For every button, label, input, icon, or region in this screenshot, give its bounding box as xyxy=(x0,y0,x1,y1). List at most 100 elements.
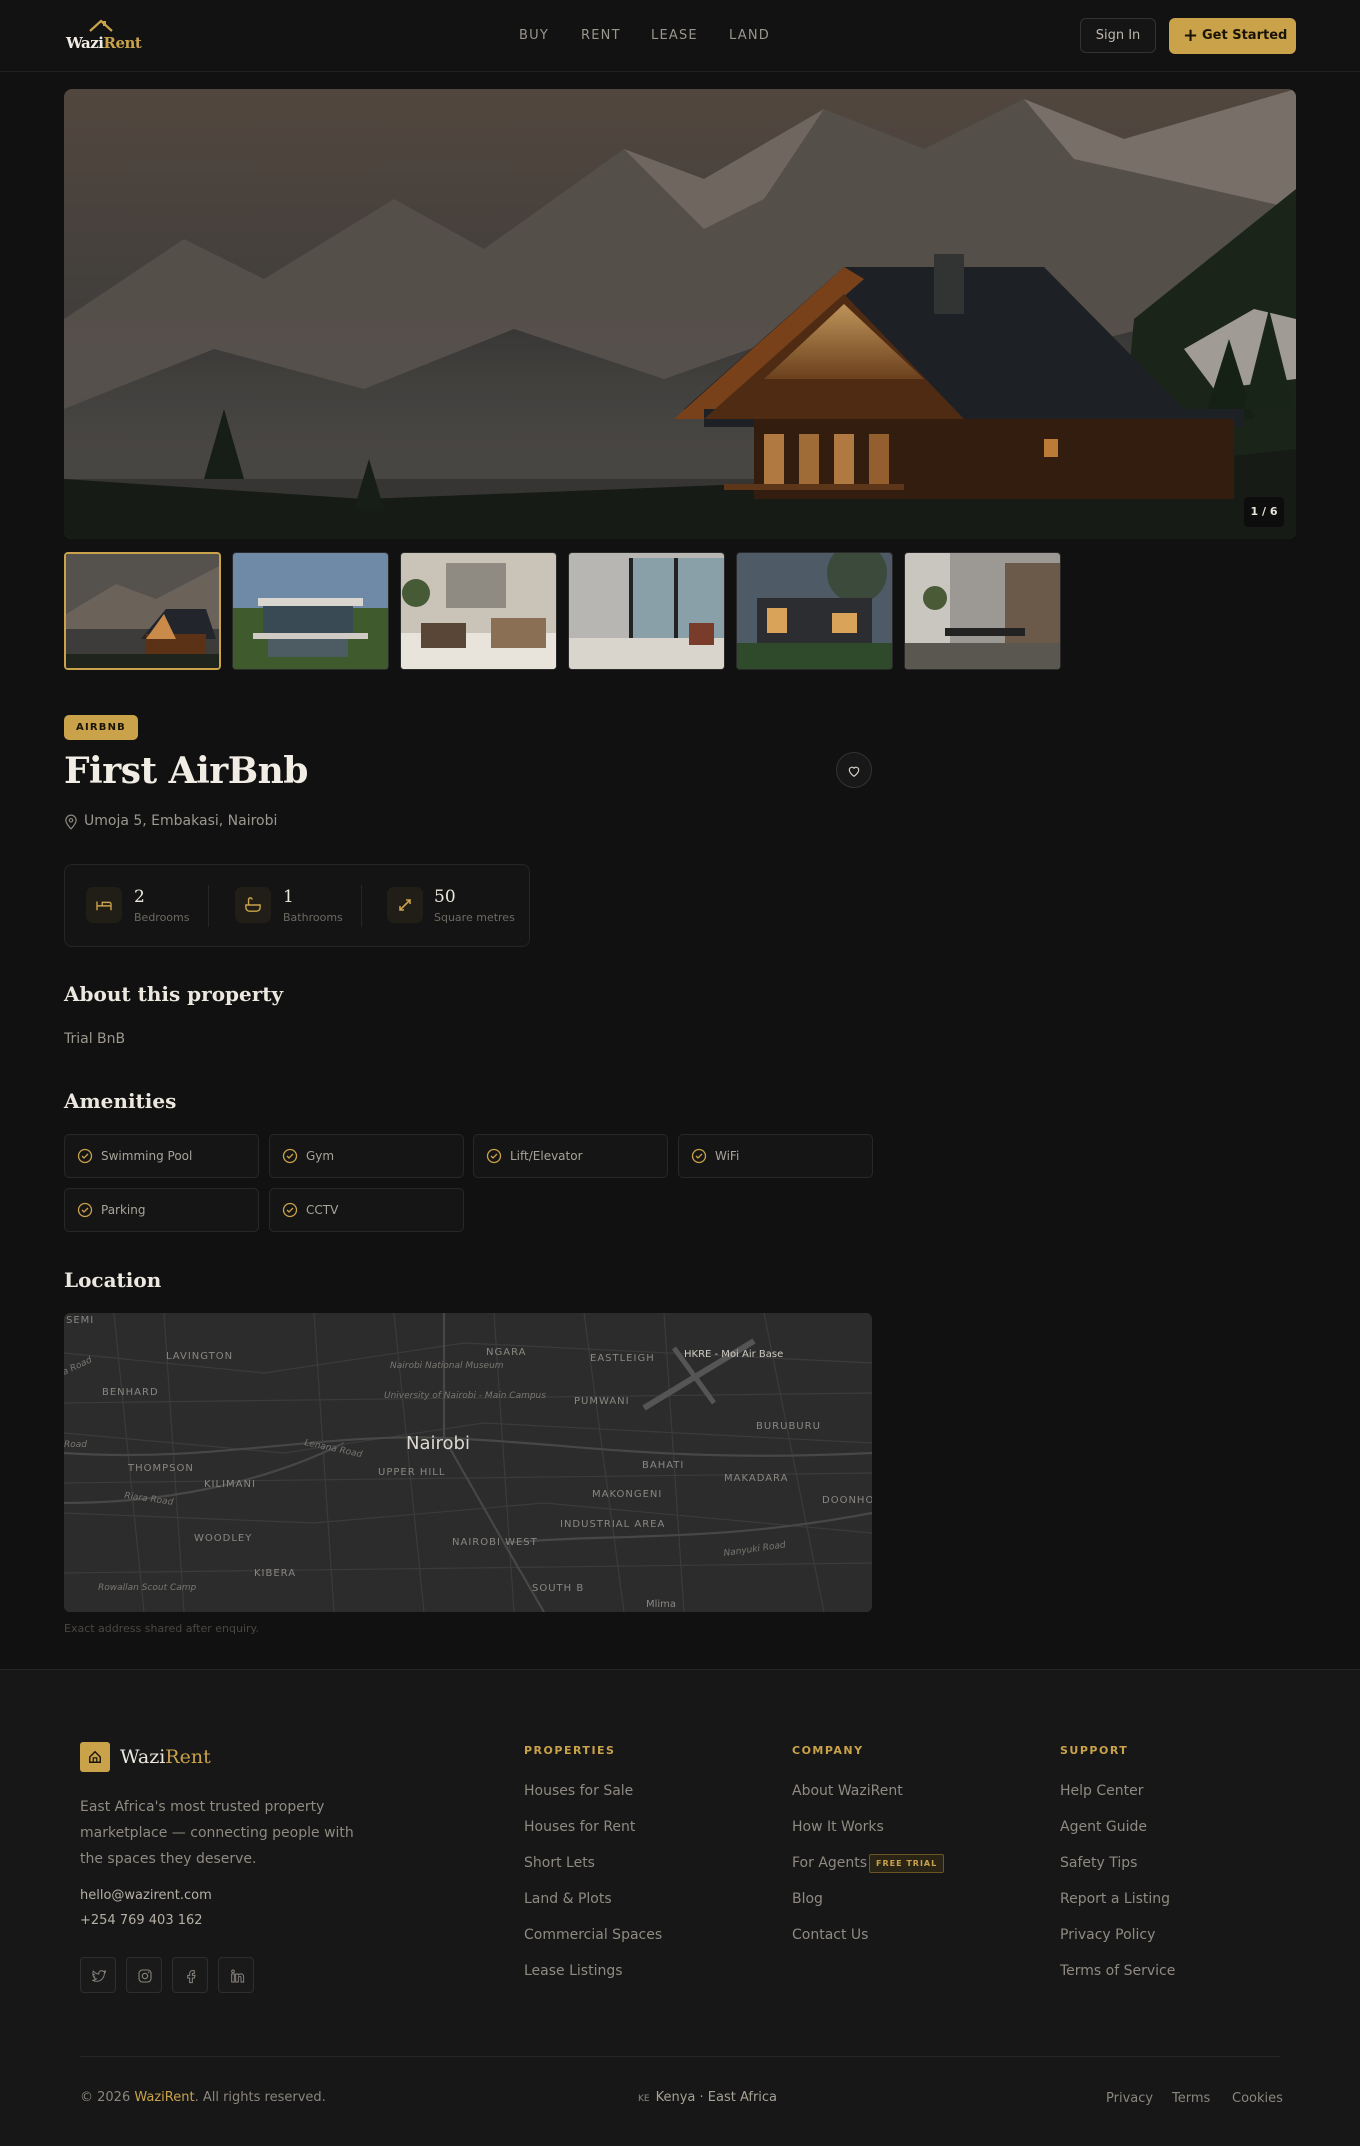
footer-link-lease[interactable]: Lease Listings xyxy=(524,1963,623,1979)
footer-legal-privacy[interactable]: Privacy xyxy=(1106,2091,1153,2106)
thumbnail-modern-house xyxy=(233,553,388,669)
logo-text-part1: Wazi xyxy=(66,34,104,52)
footer-link-about[interactable]: About WaziRent xyxy=(792,1783,903,1799)
map-label-nairobi-west: NAIROBI WEST xyxy=(452,1537,538,1548)
thumbnail-2[interactable] xyxy=(232,552,389,670)
nav-lease[interactable]: LEASE xyxy=(651,28,698,43)
map-label-makadara: MAKADARA xyxy=(724,1473,788,1484)
facebook-icon[interactable] xyxy=(172,1957,208,1993)
map-label-benhard: BENHARD xyxy=(102,1387,159,1398)
instagram-icon[interactable] xyxy=(126,1957,162,1993)
location-map[interactable]: SEMI LAVINGTON BENHARD NGARA EASTLEIGH P… xyxy=(64,1313,872,1612)
footer-link-help-center[interactable]: Help Center xyxy=(1060,1783,1144,1799)
footer-link-houses-sale[interactable]: Houses for Sale xyxy=(524,1783,633,1799)
location-pin-icon xyxy=(65,814,77,830)
map-note: Exact address shared after enquiry. xyxy=(64,1622,259,1635)
footer-logo-part2: Rent xyxy=(165,1746,211,1768)
bed-icon xyxy=(86,887,122,923)
bathrooms-value: 1 xyxy=(283,887,294,907)
map-canvas: SEMI LAVINGTON BENHARD NGARA EASTLEIGH P… xyxy=(64,1313,872,1612)
thumbnail-6[interactable] xyxy=(904,552,1061,670)
footer-heading-properties: PROPERTIES xyxy=(524,1744,616,1757)
map-label-semi: SEMI xyxy=(66,1315,94,1326)
bath-icon xyxy=(235,887,271,923)
map-label-museum: Nairobi National Museum xyxy=(390,1361,504,1371)
amenity-item: Swimming Pool xyxy=(64,1134,259,1178)
footer-link-short-lets[interactable]: Short Lets xyxy=(524,1855,595,1871)
area-label: Square metres xyxy=(434,911,515,924)
amenity-item: Parking xyxy=(64,1188,259,1232)
amenity-label: CCTV xyxy=(306,1203,339,1217)
check-circle-icon xyxy=(486,1148,502,1164)
property-stats: 2 Bedrooms 1 Bathrooms 50 Square metres xyxy=(64,864,530,947)
nav-land[interactable]: LAND xyxy=(729,28,770,43)
footer-link-terms-service[interactable]: Terms of Service xyxy=(1060,1963,1175,1979)
map-label-buruburu: BURUBURU xyxy=(756,1421,821,1432)
map-label-air-base: HKRE - Moi Air Base xyxy=(684,1349,783,1360)
amenity-label: Gym xyxy=(306,1149,335,1163)
footer-legal-cookies[interactable]: Cookies xyxy=(1232,2091,1283,2106)
hero-cabin-illustration xyxy=(64,89,1296,539)
region-selector[interactable]: KE Kenya · East Africa xyxy=(638,2090,777,2105)
map-label-university: University of Nairobi - Main Campus xyxy=(384,1391,546,1401)
twitter-icon[interactable] xyxy=(80,1957,116,1993)
map-label-city: Nairobi xyxy=(406,1433,470,1454)
footer-link-for-agents[interactable]: For Agents xyxy=(792,1855,867,1871)
check-circle-icon xyxy=(691,1148,707,1164)
map-label-mlima: Mlima xyxy=(646,1599,676,1610)
sign-in-button[interactable]: Sign In xyxy=(1080,18,1156,53)
get-started-button[interactable]: + Get Started xyxy=(1169,18,1296,54)
site-footer: WaziRent East Africa's most trusted prop… xyxy=(0,1669,1360,2146)
thumbnail-1[interactable] xyxy=(64,552,221,670)
map-label-pumwani: PUMWANI xyxy=(574,1396,630,1407)
map-label-upper-hill: UPPER HILL xyxy=(378,1467,445,1478)
hero-image[interactable]: 1 / 6 xyxy=(64,89,1296,539)
footer-link-safety-tips[interactable]: Safety Tips xyxy=(1060,1855,1137,1871)
thumbnail-4[interactable] xyxy=(568,552,725,670)
amenity-label: WiFi xyxy=(715,1149,740,1163)
amenity-label: Lift/Elevator xyxy=(510,1149,583,1163)
logo-text-part2: Rent xyxy=(103,34,142,52)
area-value: 50 xyxy=(434,887,456,907)
get-started-label: Get Started xyxy=(1202,28,1288,43)
footer-link-how-it-works[interactable]: How It Works xyxy=(792,1819,884,1835)
map-label-woodley: WOODLEY xyxy=(194,1533,252,1544)
logo[interactable]: WaziRent xyxy=(66,18,146,54)
footer-link-agent-guide[interactable]: Agent Guide xyxy=(1060,1819,1147,1835)
check-circle-icon xyxy=(77,1148,93,1164)
thumbnail-5[interactable] xyxy=(736,552,893,670)
amenity-label: Parking xyxy=(101,1203,146,1217)
bedrooms-value: 2 xyxy=(134,887,145,907)
linkedin-icon[interactable] xyxy=(218,1957,254,1993)
amenity-label: Swimming Pool xyxy=(101,1149,193,1163)
bathrooms-label: Bathrooms xyxy=(283,911,343,924)
footer-phone[interactable]: +254 769 403 162 xyxy=(80,1913,203,1928)
thumbnail-window-room xyxy=(569,553,724,669)
copyright-pre: © 2026 xyxy=(80,2090,135,2105)
map-label-eastleigh: EASTLEIGH xyxy=(590,1353,655,1364)
footer-legal-terms[interactable]: Terms xyxy=(1172,2091,1210,2106)
house-roof-icon xyxy=(89,19,113,32)
property-type-badge: AIRBNB xyxy=(64,715,138,740)
favorite-button[interactable] xyxy=(836,752,872,788)
thumbnail-3[interactable] xyxy=(400,552,557,670)
copyright-brand: WaziRent xyxy=(134,2090,195,2105)
footer-logo-text[interactable]: WaziRent xyxy=(120,1746,211,1768)
nav-buy[interactable]: BUY xyxy=(519,28,549,43)
copyright-post: . All rights reserved. xyxy=(194,2090,326,2105)
nav-rent[interactable]: RENT xyxy=(581,28,621,43)
expand-icon xyxy=(387,887,423,923)
thumbnail-living-room xyxy=(401,553,556,669)
footer-link-houses-rent[interactable]: Houses for Rent xyxy=(524,1819,635,1835)
footer-link-report[interactable]: Report a Listing xyxy=(1060,1891,1170,1907)
footer-link-contact[interactable]: Contact Us xyxy=(792,1927,868,1943)
map-label-kilimani: KILIMANI xyxy=(204,1479,256,1490)
footer-link-privacy-policy[interactable]: Privacy Policy xyxy=(1060,1927,1155,1943)
footer-link-blog[interactable]: Blog xyxy=(792,1891,823,1907)
property-title: First AirBnb xyxy=(64,750,308,792)
footer-link-commercial[interactable]: Commercial Spaces xyxy=(524,1927,662,1943)
footer-email[interactable]: hello@wazirent.com xyxy=(80,1888,212,1903)
map-label-bahati: BAHATI xyxy=(642,1460,684,1471)
footer-link-land-plots[interactable]: Land & Plots xyxy=(524,1891,612,1907)
check-circle-icon xyxy=(282,1202,298,1218)
